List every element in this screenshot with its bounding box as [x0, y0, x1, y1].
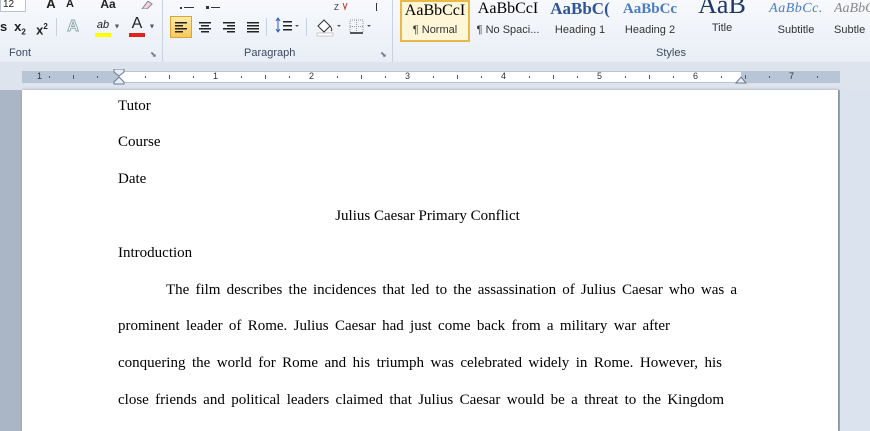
indent-marker-icon[interactable] — [113, 69, 125, 85]
ruler-tick — [265, 75, 266, 79]
ruler-number: 4 — [501, 71, 507, 81]
ruler-tick — [289, 76, 290, 78]
paint-bucket-icon — [316, 19, 341, 37]
paragraph-line: The film describes the incidences that l… — [166, 282, 737, 298]
ruler-tick — [169, 75, 170, 79]
superscript-button[interactable]: x2 — [33, 17, 51, 37]
ruler-tick — [577, 76, 578, 78]
style-normal[interactable]: AaBbCcI ¶ Normal — [400, 0, 470, 42]
ruler-number: 7 — [789, 71, 795, 81]
styles-gallery: AaBbCcI ¶ Normal AaBbCcI ¶ No Spaci... A… — [398, 0, 870, 44]
ruler-tick — [649, 75, 650, 79]
ruler-tick — [337, 76, 338, 78]
highlight-dropdown-icon[interactable]: ▼ — [113, 17, 121, 37]
highlight-button[interactable]: ab — [94, 15, 112, 35]
font-color-button[interactable]: A — [128, 14, 146, 34]
section-heading-introduction: Introduction — [118, 245, 193, 261]
align-left-button[interactable] — [170, 16, 192, 38]
ruler-tick — [73, 75, 74, 79]
horizontal-ruler[interactable]: 1 1 2 3 4 5 6 7 — [22, 69, 840, 85]
ruler-tick — [673, 76, 674, 78]
ruler-tick — [481, 76, 482, 78]
styles-group-label: Styles — [656, 47, 686, 59]
highlight-color-swatch — [95, 33, 111, 37]
font-color-dropdown-icon[interactable]: ▼ — [148, 17, 156, 37]
align-right-button[interactable] — [218, 16, 240, 38]
ruler-tick — [145, 76, 146, 78]
ruler-number: 1 — [37, 71, 43, 81]
paragraph-dialog-launcher-icon[interactable]: ⬊ — [380, 51, 388, 59]
paragraph-line: close friends and political leaders clai… — [118, 392, 724, 408]
ruler-tick — [553, 75, 554, 79]
document-title: Julius Caesar Primary Conflict — [335, 208, 520, 224]
grow-font-button[interactable]: A — [44, 0, 58, 14]
font-group-label: Font — [9, 47, 32, 59]
paragraph-line: conquering the world for Rome and his tr… — [118, 355, 722, 371]
align-right-icon — [223, 22, 235, 33]
highlight-icon: ab — [96, 19, 110, 31]
ruler-tick — [241, 76, 242, 78]
strikethrough-partial[interactable]: s — [0, 17, 7, 37]
ruler-tick — [49, 76, 50, 78]
sort-icon[interactable]: Z — [334, 0, 348, 12]
shading-button[interactable] — [314, 16, 344, 38]
borders-icon — [349, 19, 371, 34]
ruler-number: 3 — [405, 71, 411, 81]
font-size-box[interactable]: 12 — [0, 0, 26, 12]
style-title[interactable]: AaB Title — [688, 0, 756, 42]
ruler-tick — [97, 76, 98, 78]
paragraph-group-label: Paragraph — [244, 47, 296, 59]
font-dialog-launcher-icon[interactable]: ⬊ — [150, 51, 158, 59]
ruler-tick — [433, 76, 434, 78]
justify-icon — [247, 22, 259, 33]
clear-formatting-icon[interactable] — [140, 0, 154, 10]
document-page[interactable]: Tutor Course Date Julius Caesar Primary … — [22, 90, 838, 431]
ruler-tick — [193, 76, 194, 78]
style-heading-2[interactable]: AaBbCc Heading 2 — [616, 0, 684, 42]
style-subtle-emphasis[interactable]: AaBbC Subtle — [834, 0, 870, 42]
font-color-swatch — [129, 33, 145, 37]
ruler-number: 2 — [309, 71, 315, 81]
align-center-icon — [199, 22, 211, 33]
doc-line-date: Date — [118, 171, 147, 187]
style-subtitle[interactable]: AaBbCc. Subtitle — [760, 0, 832, 42]
ruler-tick — [721, 76, 722, 78]
right-indent-marker-icon[interactable] — [735, 74, 747, 84]
svg-text:Z: Z — [334, 3, 339, 11]
borders-button[interactable] — [346, 16, 376, 38]
ruler-tick — [529, 76, 530, 78]
style-heading-1[interactable]: AaBbC( Heading 1 — [546, 0, 614, 42]
ribbon: 12 A A Aa s x2 x2 A ab ▼ A ▼ Font ⬊ Z Pa… — [0, 0, 870, 63]
vertical-scrollbar[interactable] — [840, 90, 870, 431]
justify-button[interactable] — [242, 16, 264, 38]
ruler-tick — [385, 76, 386, 78]
ruler-tick — [361, 75, 362, 79]
subscript-button[interactable]: x2 — [11, 17, 29, 37]
align-left-icon — [175, 22, 187, 33]
text-effects-button[interactable]: A — [64, 17, 82, 37]
shrink-font-button[interactable]: A — [64, 0, 76, 14]
numbering-icon[interactable] — [206, 0, 220, 9]
ruler-number: 1 — [213, 71, 219, 81]
ruler-number: 5 — [597, 71, 603, 81]
line-spacing-button[interactable] — [272, 16, 302, 38]
style-no-spacing[interactable]: AaBbCcI ¶ No Spaci... — [472, 0, 544, 42]
paragraph-line: prominent leader of Rome. Julius Caesar … — [118, 318, 670, 334]
doc-line-course: Course — [118, 134, 161, 150]
ruler-tick — [457, 75, 458, 79]
doc-line-tutor: Tutor — [118, 98, 151, 114]
ruler-tick — [769, 76, 770, 78]
ruler-tick — [625, 76, 626, 78]
align-center-button[interactable] — [194, 16, 216, 38]
ruler-tick — [817, 76, 818, 78]
change-case-button[interactable]: Aa — [96, 0, 120, 14]
line-spacing-icon — [275, 17, 299, 33]
bullets-icon[interactable] — [180, 0, 194, 9]
ruler-number: 6 — [693, 71, 699, 81]
show-marks-icon[interactable] — [374, 0, 380, 11]
